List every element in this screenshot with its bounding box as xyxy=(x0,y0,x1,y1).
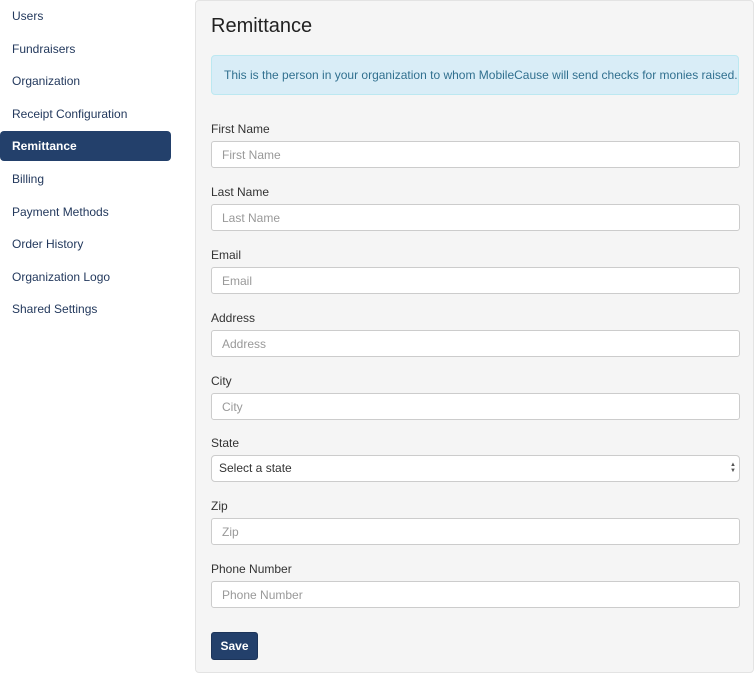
phone-input[interactable] xyxy=(211,581,740,608)
address-label: Address xyxy=(211,311,256,325)
state-select[interactable]: Select a state ▲ ▼ xyxy=(211,455,740,482)
phone-label: Phone Number xyxy=(211,562,292,576)
first-name-input[interactable] xyxy=(211,141,740,168)
sidebar-item-remittance[interactable]: Remittance xyxy=(0,131,171,162)
sidebar-item-shared-settings[interactable]: Shared Settings xyxy=(0,294,171,324)
zip-input[interactable] xyxy=(211,518,740,545)
sidebar-item-organization[interactable]: Organization xyxy=(0,66,171,96)
save-button[interactable]: Save xyxy=(211,632,258,660)
last-name-input[interactable] xyxy=(211,204,740,231)
sidebar-item-payment-methods[interactable]: Payment Methods xyxy=(0,197,171,227)
sidebar-item-users[interactable]: Users xyxy=(0,1,171,31)
city-input[interactable] xyxy=(211,393,740,420)
city-label: City xyxy=(211,374,232,388)
select-arrows-icon: ▲ ▼ xyxy=(730,462,736,474)
zip-label: Zip xyxy=(211,499,228,513)
sidebar-item-order-history[interactable]: Order History xyxy=(0,229,171,259)
sidebar-nav: Users Fundraisers Organization Receipt C… xyxy=(0,0,171,327)
info-alert: This is the person in your organization … xyxy=(211,55,739,95)
page-title: Remittance xyxy=(211,15,313,37)
sidebar-item-receipt-configuration[interactable]: Receipt Configuration xyxy=(0,99,171,129)
sidebar-item-fundraisers[interactable]: Fundraisers xyxy=(0,34,171,64)
email-input[interactable] xyxy=(211,267,740,294)
email-label: Email xyxy=(211,248,242,262)
remittance-panel: Remittance This is the person in your or… xyxy=(195,0,754,673)
last-name-label: Last Name xyxy=(211,185,270,199)
state-select-value: Select a state xyxy=(219,461,292,475)
first-name-label: First Name xyxy=(211,122,270,136)
sidebar-item-billing[interactable]: Billing xyxy=(0,164,171,194)
state-label: State xyxy=(211,436,240,450)
sidebar-item-organization-logo[interactable]: Organization Logo xyxy=(0,262,171,292)
address-input[interactable] xyxy=(211,330,740,357)
